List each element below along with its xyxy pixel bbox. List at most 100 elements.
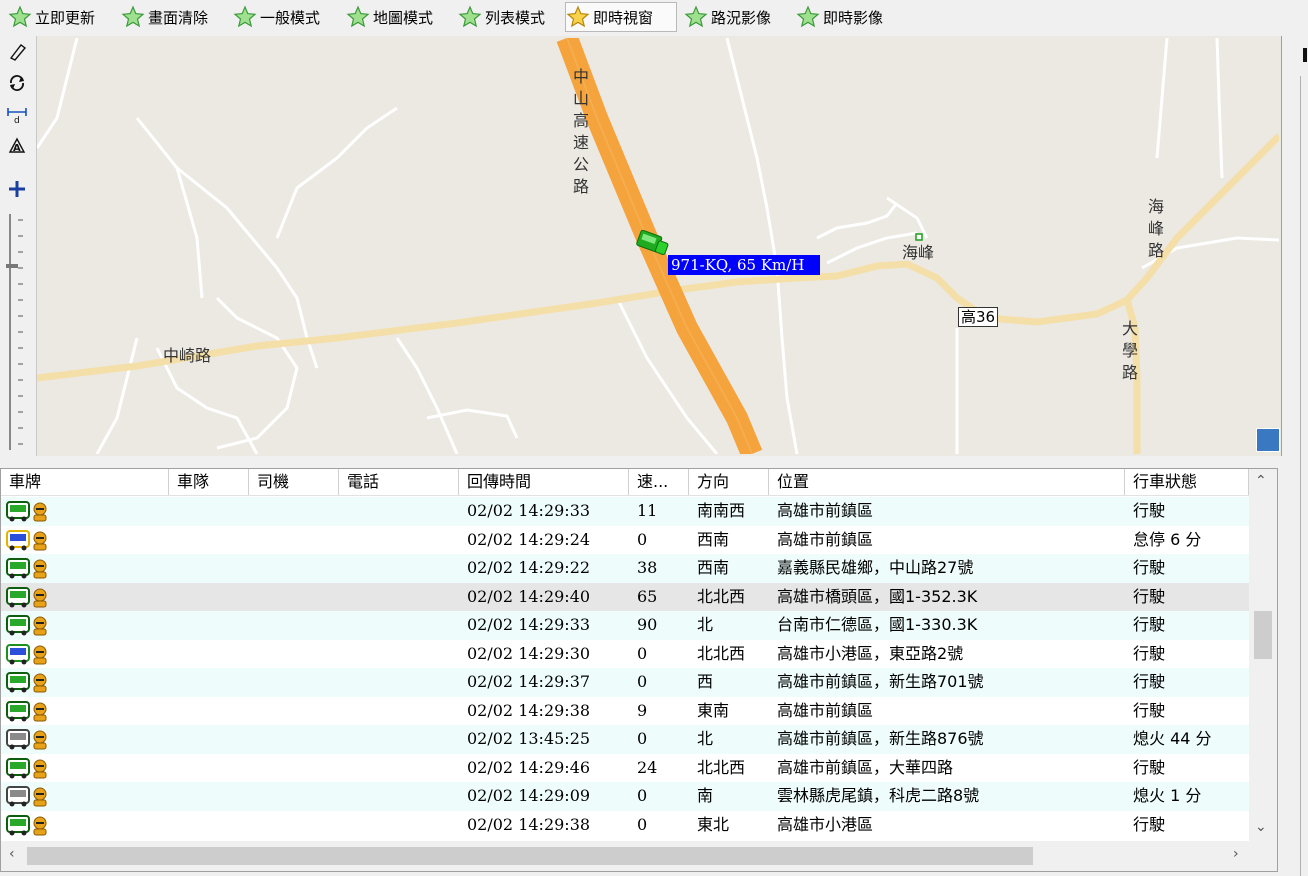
star-icon bbox=[8, 5, 32, 28]
toolbar-button-5[interactable]: 即時視窗 bbox=[565, 2, 677, 32]
cell-status: 行駛 bbox=[1133, 558, 1166, 577]
cell-time: 02/02 14:29:22 bbox=[467, 558, 591, 577]
table-row[interactable]: 02/02 13:45:25 0 北 高雄市前鎮區，新生路876號 熄火 44 分 bbox=[1, 725, 1249, 754]
vertical-scroll-thumb[interactable] bbox=[1254, 611, 1272, 659]
cell-loc: 嘉義縣民雄鄉，中山路27號 bbox=[777, 558, 974, 577]
blue-yellow-truck-icon bbox=[6, 529, 30, 550]
expand-corner-button[interactable] bbox=[1256, 428, 1280, 452]
driver-icon bbox=[33, 730, 47, 750]
road-label-left: 中崎路 bbox=[163, 346, 212, 365]
table-row[interactable]: 02/02 14:29:24 0 西南 高雄市前鎮區 怠停 6 分 bbox=[1, 526, 1249, 555]
cell-dir: 北北西 bbox=[697, 586, 746, 606]
column-header-6[interactable]: 方向 bbox=[689, 469, 769, 495]
cell-loc: 高雄市小港區 bbox=[777, 814, 874, 834]
toolbar: 立即更新 畫面清除 一般模式 地圖模式 列表模式 即時視窗 路況影像 即時影像 bbox=[0, 0, 1308, 37]
cell-status: 行駛 bbox=[1133, 615, 1166, 634]
toolbar-button-2[interactable]: 一般模式 bbox=[233, 2, 343, 32]
column-header-4[interactable]: 回傳時間 bbox=[459, 469, 629, 495]
scroll-down-icon[interactable]: ⌄ bbox=[1255, 819, 1267, 835]
toolbar-button-7[interactable]: 即時影像 bbox=[796, 2, 906, 32]
column-header-0[interactable]: 車牌 bbox=[1, 469, 169, 495]
cell-dir: 北 bbox=[697, 615, 714, 634]
table-row[interactable]: 02/02 14:29:37 0 西 高雄市前鎮區，新生路701號 行駛 bbox=[1, 668, 1249, 697]
table-row[interactable]: 02/02 14:29:40 65 北北西 高雄市橋頭區，國1-352.3K 行駛 bbox=[1, 582, 1249, 611]
eraser-icon[interactable] bbox=[5, 40, 29, 64]
toolbar-button-0[interactable]: 立即更新 bbox=[8, 2, 118, 32]
map-tool-column: d A bbox=[0, 36, 37, 456]
cell-status: 行駛 bbox=[1133, 586, 1166, 606]
green-truck-icon bbox=[5, 614, 55, 636]
driver-icon bbox=[33, 559, 47, 579]
column-header-1[interactable]: 車隊 bbox=[169, 469, 249, 495]
table-row[interactable]: 02/02 14:29:30 0 北北西 高雄市小港區，東亞路2號 行駛 bbox=[1, 640, 1249, 669]
zoom-in-icon[interactable] bbox=[5, 177, 29, 201]
map-view[interactable]: d A 中山高速公路 中崎路 海峰 海峰路 大學路 高36 971-KQ, 65… bbox=[0, 36, 1282, 456]
gray-truck-icon bbox=[5, 785, 55, 807]
table-row[interactable]: 02/02 14:29:38 0 東北 高雄市小港區 行駛 bbox=[1, 811, 1249, 840]
green-truck-icon bbox=[6, 501, 30, 522]
cell-time: 02/02 14:29:33 bbox=[467, 501, 591, 520]
cell-dir: 西南 bbox=[697, 529, 730, 549]
refresh-rotate-icon[interactable] bbox=[5, 71, 29, 95]
vehicle-speed-label[interactable]: 971-KQ, 65 Km/H bbox=[668, 255, 820, 275]
cell-loc: 高雄市前鎮區 bbox=[777, 529, 874, 549]
cell-dir: 南 bbox=[697, 786, 714, 805]
driver-icon bbox=[33, 759, 47, 778]
green-truck-icon bbox=[5, 500, 55, 522]
driver-icon bbox=[33, 588, 47, 607]
toolbar-button-1[interactable]: 畫面清除 bbox=[121, 2, 231, 32]
cell-time: 02/02 14:29:09 bbox=[467, 786, 591, 805]
green-truck-icon bbox=[6, 700, 30, 721]
driver-icon bbox=[33, 616, 47, 636]
star-icon bbox=[233, 5, 257, 28]
cell-status: 怠停 6 分 bbox=[1133, 529, 1202, 549]
svg-text:d: d bbox=[14, 116, 20, 124]
cell-time: 02/02 14:29:38 bbox=[467, 700, 591, 720]
map-canvas[interactable] bbox=[37, 38, 1279, 454]
toolbar-button-6[interactable]: 路況影像 bbox=[684, 2, 794, 32]
scroll-up-icon[interactable]: ⌃ bbox=[1255, 473, 1267, 489]
table-row[interactable]: 02/02 14:29:09 0 南 雲林縣虎尾鎮，科虎二路8號 熄火 1 分 bbox=[1, 782, 1249, 811]
scroll-left-icon[interactable]: ‹ bbox=[9, 846, 15, 862]
driver-icon bbox=[33, 787, 47, 807]
cell-dir: 南南西 bbox=[697, 501, 746, 520]
column-header-2[interactable]: 司機 bbox=[249, 469, 339, 495]
cell-loc: 高雄市小港區，東亞路2號 bbox=[777, 643, 964, 663]
table-row[interactable]: 02/02 14:29:33 90 北 台南市仁德區，國1-330.3K 行駛 bbox=[1, 611, 1249, 640]
horizontal-scrollbar[interactable]: ‹ › bbox=[1, 841, 1277, 871]
cell-time: 02/02 14:29:46 bbox=[467, 757, 591, 777]
place-label: 海峰 bbox=[902, 243, 935, 262]
toolbar-button-4[interactable]: 列表模式 bbox=[458, 2, 562, 32]
table-row[interactable]: 02/02 14:29:46 24 北北西 高雄市前鎮區，大華四路 行駛 bbox=[1, 754, 1249, 783]
horizontal-scroll-thumb[interactable] bbox=[27, 847, 1033, 865]
cell-loc: 雲林縣虎尾鎮，科虎二路8號 bbox=[777, 786, 980, 805]
cell-status: 行駛 bbox=[1133, 501, 1166, 520]
cell-dir: 東北 bbox=[697, 814, 730, 834]
table-row[interactable]: 02/02 14:29:22 38 西南 嘉義縣民雄鄉，中山路27號 行駛 bbox=[1, 554, 1249, 583]
cell-time: 02/02 14:29:40 bbox=[467, 586, 591, 606]
green-truck-icon bbox=[6, 586, 30, 607]
gray-truck-icon bbox=[5, 728, 55, 750]
column-header-5[interactable]: 速... bbox=[629, 469, 689, 495]
green-truck-icon bbox=[6, 814, 30, 835]
cell-speed: 9 bbox=[637, 700, 648, 720]
column-header-8[interactable]: 行車狀態 bbox=[1125, 469, 1249, 495]
cell-status: 熄火 1 分 bbox=[1133, 786, 1202, 805]
table-row[interactable]: 02/02 14:29:33 11 南南西 高雄市前鎮區 行駛 bbox=[1, 497, 1249, 526]
toolbar-button-label: 地圖模式 bbox=[373, 8, 434, 27]
table-row[interactable]: 02/02 14:29:38 9 東南 高雄市前鎮區 行駛 bbox=[1, 697, 1249, 726]
toolbar-button-label: 路況影像 bbox=[711, 8, 772, 27]
toolbar-button-label: 即時影像 bbox=[823, 8, 884, 27]
green-truck-icon bbox=[6, 672, 30, 693]
cell-dir: 東南 bbox=[697, 700, 730, 720]
column-header-3[interactable]: 電話 bbox=[339, 469, 459, 495]
zoom-slider[interactable] bbox=[6, 214, 28, 450]
label-toggle-icon[interactable]: A bbox=[5, 134, 29, 158]
toolbar-button-3[interactable]: 地圖模式 bbox=[346, 2, 456, 32]
highway-label: 中山高速公路 bbox=[573, 67, 590, 196]
driver-icon bbox=[33, 816, 47, 835]
column-header-7[interactable]: 位置 bbox=[769, 469, 1125, 495]
vertical-scrollbar[interactable]: ⌃ ⌄ bbox=[1249, 469, 1277, 841]
measure-distance-icon[interactable]: d bbox=[5, 102, 29, 126]
scroll-right-icon[interactable]: › bbox=[1233, 846, 1239, 862]
